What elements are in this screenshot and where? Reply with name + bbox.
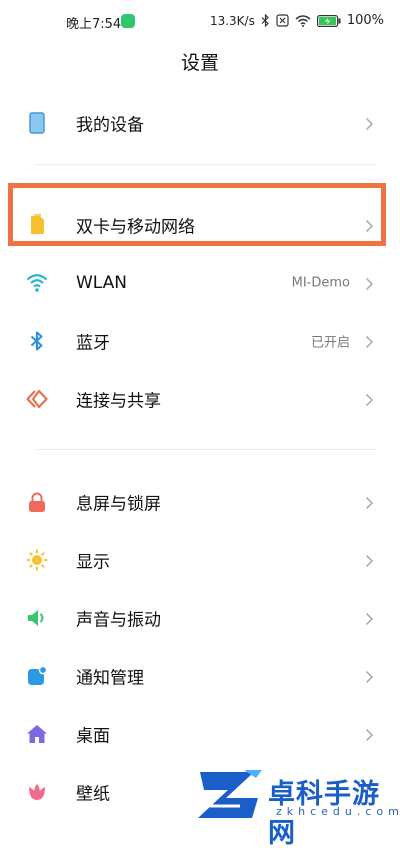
status-time: 晚上7:54 bbox=[66, 17, 122, 32]
settings-item-label: 桌面 bbox=[76, 726, 110, 747]
page-title: 设置 bbox=[180, 52, 219, 74]
settings-item-wlan[interactable]: WLAN MI-Demo bbox=[0, 254, 400, 312]
settings-item-label: 连接与共享 bbox=[76, 391, 161, 412]
wifi-status-icon bbox=[295, 14, 311, 27]
settings-item-bluetooth[interactable]: 蓝牙 已开启 bbox=[0, 312, 400, 370]
bluetooth-status-icon bbox=[261, 14, 270, 27]
battery-icon bbox=[316, 14, 341, 27]
settings-item-label: 壁纸 bbox=[76, 784, 110, 805]
notification-icon bbox=[26, 665, 48, 687]
highlight-box bbox=[8, 183, 386, 246]
watermark: 卓科手游网 zkhcedu.com bbox=[196, 768, 399, 849]
status-bar: 晚上7:54 13.3K/s 100% bbox=[0, 0, 400, 44]
group-divider bbox=[36, 164, 376, 165]
network-speed: 13.3K/s bbox=[209, 13, 255, 28]
settings-item-connection-share[interactable]: 连接与共享 bbox=[0, 370, 400, 428]
message-icon bbox=[121, 14, 135, 28]
settings-item-label: 蓝牙 bbox=[76, 333, 110, 354]
settings-item-my-device[interactable]: 我的设备 bbox=[0, 94, 400, 152]
settings-item-home-screen[interactable]: 桌面 bbox=[0, 705, 400, 763]
home-icon bbox=[26, 723, 48, 745]
flower-icon bbox=[26, 781, 48, 803]
chevron-right-icon bbox=[365, 392, 374, 407]
phone-icon bbox=[26, 112, 48, 134]
chevron-right-icon bbox=[365, 495, 374, 510]
chevron-right-icon bbox=[365, 116, 374, 131]
chevron-right-icon bbox=[365, 669, 374, 684]
watermark-logo-icon bbox=[196, 768, 264, 822]
settings-item-display[interactable]: 显示 bbox=[0, 531, 400, 589]
settings-item-label: 息屏与锁屏 bbox=[76, 494, 161, 515]
chevron-right-icon bbox=[365, 276, 374, 291]
chevron-right-icon bbox=[365, 611, 374, 626]
lock-icon bbox=[26, 491, 48, 513]
settings-item-notifications[interactable]: 通知管理 bbox=[0, 647, 400, 705]
sun-icon bbox=[26, 549, 48, 571]
settings-item-lock-screen[interactable]: 息屏与锁屏 bbox=[0, 473, 400, 531]
chevron-right-icon bbox=[365, 727, 374, 742]
bluetooth-icon bbox=[26, 330, 48, 352]
wifi-icon bbox=[26, 272, 48, 294]
settings-item-sound-vibration[interactable]: 声音与振动 bbox=[0, 589, 400, 647]
status-right: 13.3K/s 100% bbox=[210, 13, 384, 28]
chevron-right-icon bbox=[365, 334, 374, 349]
settings-item-label: 声音与振动 bbox=[76, 610, 161, 631]
sim-off-icon bbox=[276, 14, 289, 27]
connection-share-icon bbox=[26, 388, 48, 410]
settings-item-label: 通知管理 bbox=[76, 668, 144, 689]
settings-item-value: MI-Demo bbox=[291, 275, 350, 291]
chevron-right-icon bbox=[365, 553, 374, 568]
settings-item-label: 显示 bbox=[76, 552, 110, 573]
watermark-subtitle: zkhcedu.com bbox=[276, 805, 400, 818]
speaker-icon bbox=[26, 607, 48, 629]
settings-item-label: WLAN bbox=[76, 273, 128, 293]
battery-text: 100% bbox=[346, 13, 384, 28]
group-divider bbox=[36, 449, 376, 450]
settings-item-value: 已开启 bbox=[310, 335, 350, 351]
settings-item-label: 我的设备 bbox=[76, 115, 144, 136]
